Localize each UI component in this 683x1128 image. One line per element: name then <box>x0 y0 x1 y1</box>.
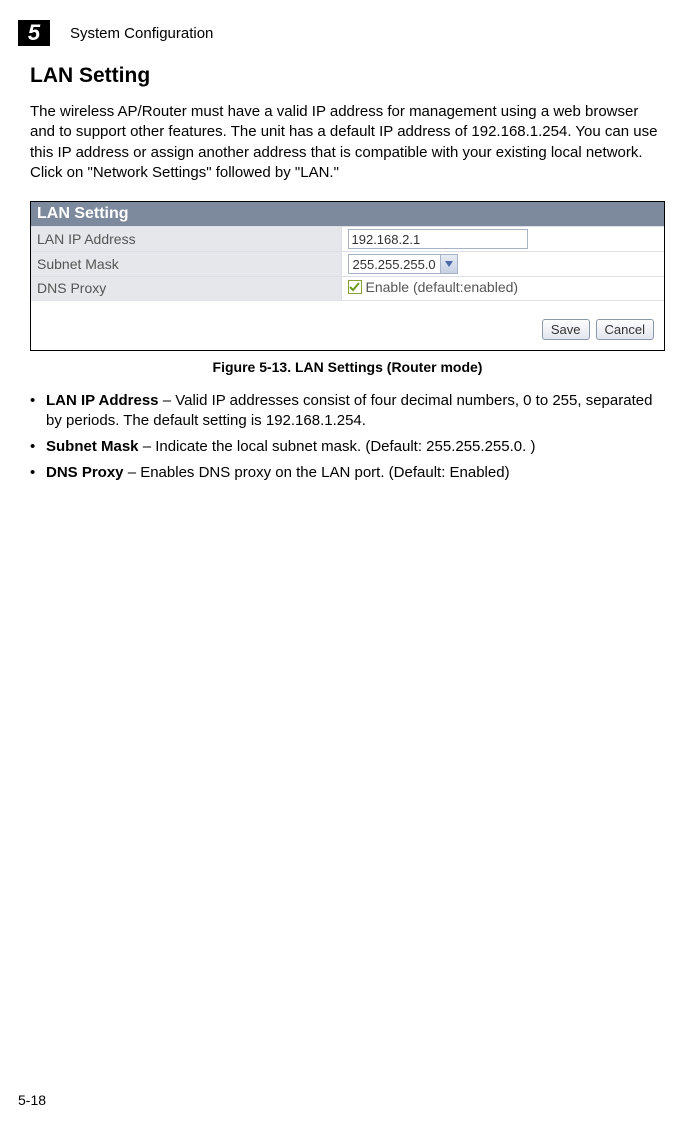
dns-proxy-label: DNS Proxy <box>31 277 341 301</box>
row-subnet-mask: Subnet Mask 255.255.255.0 <box>31 252 664 277</box>
cancel-button[interactable]: Cancel <box>596 319 654 340</box>
section-heading: LAN Setting <box>30 64 665 88</box>
chapter-title: System Configuration <box>70 25 213 42</box>
row-dns-proxy: DNS Proxy Enable (default:enabled) <box>31 277 664 301</box>
figure-caption: Figure 5-13. LAN Settings (Router mode) <box>30 359 665 375</box>
bullet-term: LAN IP Address <box>46 392 159 409</box>
page-header: 5 System Configuration <box>18 20 665 46</box>
subnet-mask-label: Subnet Mask <box>31 252 341 277</box>
dns-proxy-checkbox-label: Enable (default:enabled) <box>366 279 519 295</box>
chapter-number-badge: 5 <box>18 20 50 46</box>
dns-proxy-value-cell: Enable (default:enabled) <box>341 277 664 301</box>
figure-button-row: Save Cancel <box>31 301 664 350</box>
list-item: • LAN IP Address – Valid IP addresses co… <box>30 391 665 432</box>
bullet-desc: – Enables DNS proxy on the LAN port. (De… <box>124 464 510 481</box>
lan-ip-value-cell <box>341 227 664 252</box>
bullet-desc: – Indicate the local subnet mask. (Defau… <box>139 438 536 455</box>
lan-ip-label: LAN IP Address <box>31 227 341 252</box>
intro-paragraph: The wireless AP/Router must have a valid… <box>30 102 665 183</box>
bullet-term: DNS Proxy <box>46 464 124 481</box>
bullet-list: • LAN IP Address – Valid IP addresses co… <box>30 391 665 484</box>
bullet-dot-icon: • <box>30 437 46 457</box>
subnet-mask-select[interactable]: 255.255.255.0 <box>348 254 458 274</box>
bullet-dot-icon: • <box>30 463 46 483</box>
chevron-down-icon <box>440 255 457 273</box>
list-item: • DNS Proxy – Enables DNS proxy on the L… <box>30 463 665 483</box>
list-item: • Subnet Mask – Indicate the local subne… <box>30 437 665 457</box>
bullet-body: LAN IP Address – Valid IP addresses cons… <box>46 391 665 432</box>
bullet-body: Subnet Mask – Indicate the local subnet … <box>46 437 665 457</box>
figure-title-bar: LAN Setting <box>31 202 664 227</box>
dns-proxy-checkbox[interactable] <box>348 280 362 294</box>
bullet-term: Subnet Mask <box>46 438 139 455</box>
save-button[interactable]: Save <box>542 319 590 340</box>
subnet-mask-selected-value: 255.255.255.0 <box>349 257 440 272</box>
figure-lan-setting: LAN Setting LAN IP Address Subnet Mask 2… <box>30 201 665 351</box>
dns-proxy-checkbox-wrap: Enable (default:enabled) <box>348 279 519 295</box>
subnet-mask-value-cell: 255.255.255.0 <box>341 252 664 277</box>
lan-ip-input[interactable] <box>348 229 528 249</box>
page-number: 5-18 <box>18 1092 46 1108</box>
row-lan-ip: LAN IP Address <box>31 227 664 252</box>
check-icon <box>349 282 360 293</box>
lan-setting-table: LAN IP Address Subnet Mask 255.255.255.0… <box>31 227 664 301</box>
bullet-body: DNS Proxy – Enables DNS proxy on the LAN… <box>46 463 665 483</box>
bullet-dot-icon: • <box>30 391 46 432</box>
